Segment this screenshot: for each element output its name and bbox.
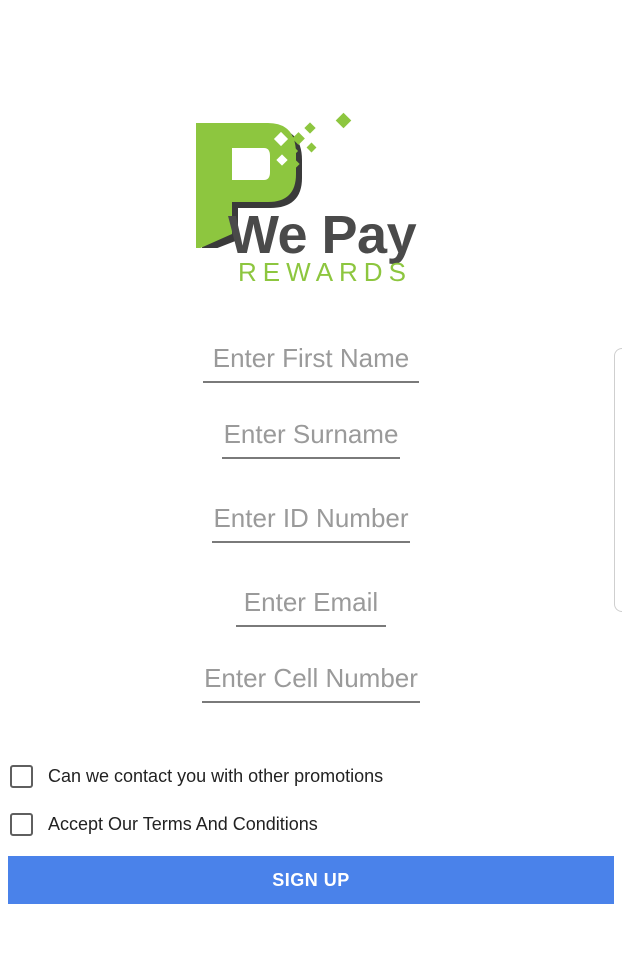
terms-checkbox-row[interactable]: Accept Our Terms And Conditions [10,813,318,836]
id-number-field [0,501,622,543]
sign-up-button[interactable]: SIGN UP [8,856,614,904]
promotions-checkbox-row[interactable]: Can we contact you with other promotions [10,765,383,788]
logo-tagline: REWARDS [238,257,412,287]
promotions-checkbox-label: Can we contact you with other promotions [48,766,384,786]
terms-checkbox[interactable] [10,813,33,836]
id-number-input[interactable] [212,501,410,543]
cell-number-field [0,661,622,703]
edge-scroll-handle[interactable] [614,348,622,612]
terms-checkbox-label: Accept Our Terms And Conditions [48,814,318,834]
first-name-input[interactable] [203,341,419,383]
email-field [0,585,622,627]
cell-number-input[interactable] [202,661,420,703]
first-name-field [0,341,622,383]
promotions-checkbox[interactable] [10,765,33,788]
surname-input[interactable] [222,417,400,459]
email-input[interactable] [236,585,386,627]
surname-field [0,417,622,459]
we-pay-rewards-logo: We Pay REWARDS [190,108,440,293]
logo-wordmark: We Pay [228,205,417,265]
